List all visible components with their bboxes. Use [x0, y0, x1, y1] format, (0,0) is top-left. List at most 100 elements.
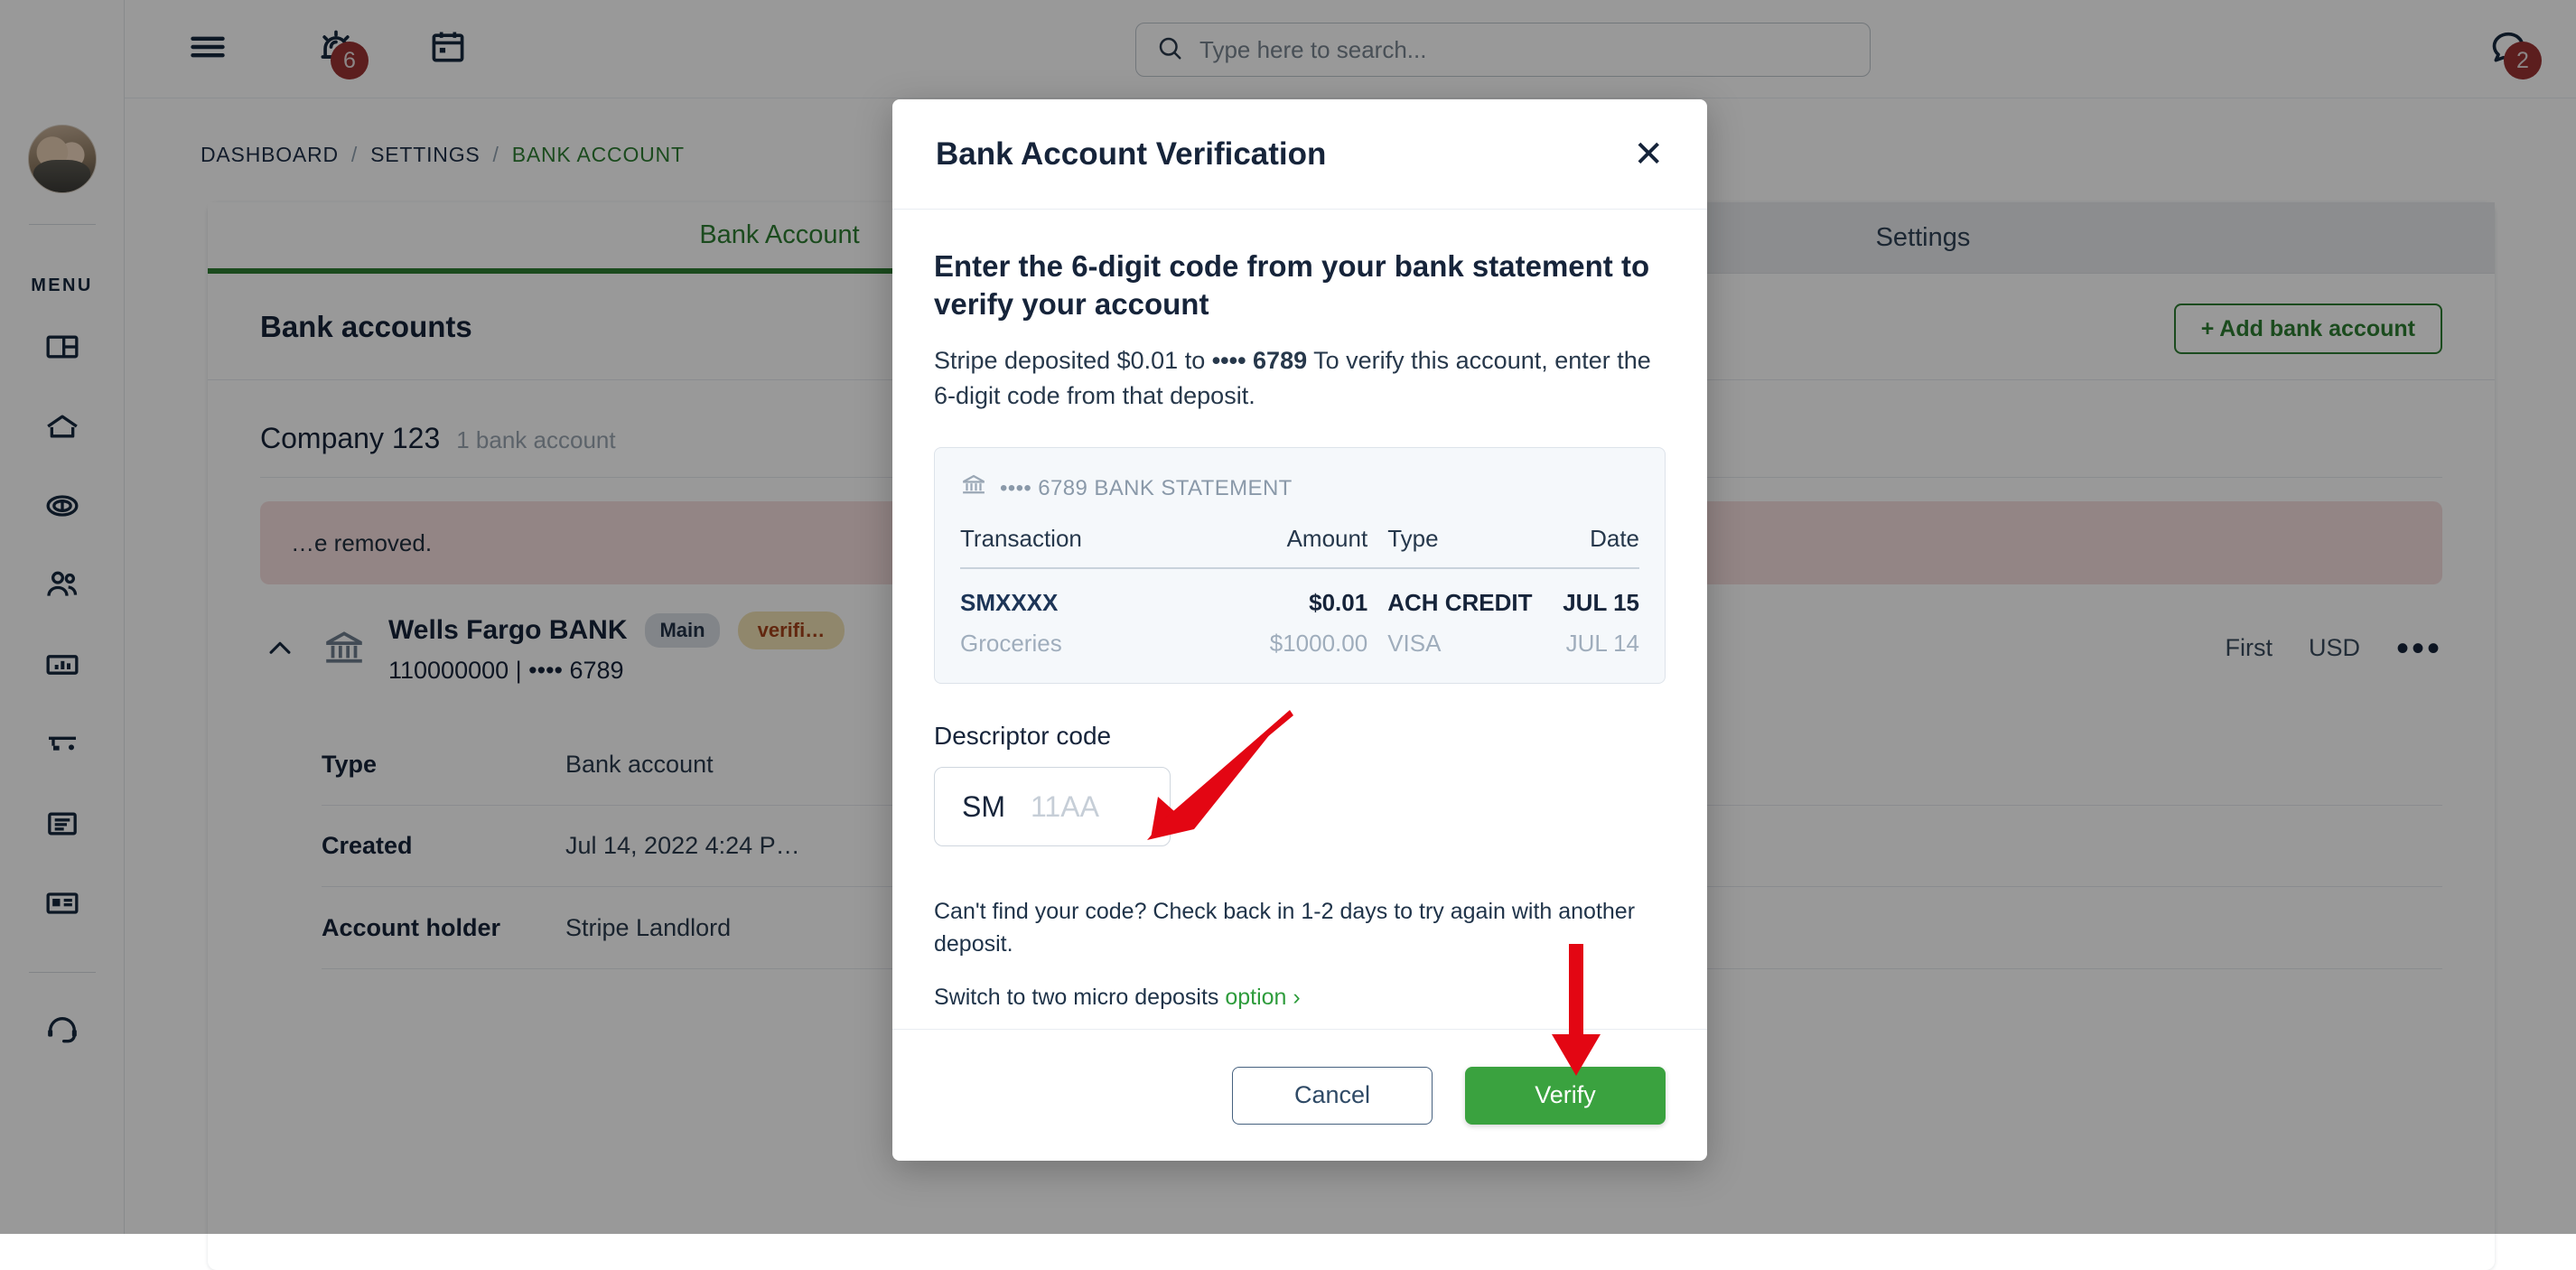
page-title: Bank accounts	[260, 310, 472, 344]
money-coin-icon	[44, 488, 80, 528]
cell-type: VISA	[1367, 617, 1545, 658]
sidebar-item-payments[interactable]	[22, 468, 103, 547]
alert-text: …e removed.	[291, 529, 432, 557]
chevron-up-icon[interactable]	[260, 629, 300, 668]
sidebar-item-id-card[interactable]	[22, 865, 103, 945]
tools-icon	[44, 726, 80, 767]
code-prefix: SM	[962, 790, 1005, 824]
detail-key: Account holder	[322, 914, 565, 942]
cell-amount: $0.01	[1218, 568, 1367, 617]
calendar-button[interactable]	[419, 20, 477, 78]
sidebar-divider-top	[29, 224, 96, 225]
messages-button[interactable]: 2	[2480, 20, 2538, 78]
search-bar[interactable]	[1135, 23, 1871, 77]
bank-account-verification-modal: Bank Account Verification ✕ Enter the 6-…	[892, 99, 1707, 1161]
bank-statement-preview: •••• 6789 BANK STATEMENT Transaction Amo…	[934, 447, 1666, 684]
table-row: SMXXXX $0.01 ACH CREDIT JUL 15	[960, 568, 1639, 617]
sidebar-item-people[interactable]	[22, 547, 103, 627]
verify-button[interactable]: Verify	[1465, 1067, 1666, 1125]
detail-key: Created	[322, 832, 565, 860]
bank-icon	[322, 626, 367, 671]
search-icon	[1156, 34, 1183, 66]
descriptor-code-label: Descriptor code	[934, 722, 1666, 751]
bank-account-number: 110000000 | •••• 6789	[388, 657, 845, 685]
help-note: Can't find your code? Check back in 1-2 …	[934, 895, 1666, 961]
bank-account-order: First	[2225, 634, 2272, 662]
detail-value: Stripe Landlord	[565, 914, 731, 942]
switch-to-micro-deposits-link[interactable]: option ›	[1225, 985, 1300, 1010]
modal-footer: Cancel Verify	[892, 1029, 1707, 1161]
modal-title: Bank Account Verification	[936, 136, 1326, 173]
company-account-count: 1 bank account	[456, 426, 615, 454]
sidebar-divider-bottom	[29, 972, 96, 973]
cell-date: JUL 15	[1545, 568, 1639, 617]
top-bar: 6 2	[125, 0, 2576, 98]
sidebar-item-dashboard[interactable]	[22, 309, 103, 388]
column-header-amount: Amount	[1218, 525, 1367, 568]
modal-description: Stripe deposited $0.01 to •••• 6789 To v…	[934, 343, 1666, 413]
hamburger-icon	[188, 27, 228, 71]
cell-transaction: Groceries	[960, 617, 1218, 658]
row-actions-menu-icon[interactable]: •••	[2396, 638, 2442, 659]
sidebar-items	[22, 309, 103, 945]
breadcrumb-separator: /	[493, 143, 499, 167]
sidebar: MENU	[0, 0, 125, 1234]
sidebar-item-home[interactable]	[22, 388, 103, 468]
code-placeholder: 11AA	[1031, 790, 1099, 824]
app-root: MENU	[0, 0, 2576, 1234]
avatar[interactable]	[28, 125, 97, 193]
headset-support-icon	[44, 1013, 80, 1053]
bank-account-meta: First USD •••	[2225, 634, 2442, 662]
modal-heading: Enter the 6-digit code from your bank st…	[934, 247, 1666, 323]
add-bank-account-button[interactable]: + Add bank account	[2174, 303, 2442, 354]
breadcrumb-item-dashboard[interactable]: DASHBOARD	[201, 143, 339, 167]
chart-bar-icon	[44, 647, 80, 687]
breadcrumb: DASHBOARD / SETTINGS / BANK ACCOUNT	[201, 143, 685, 167]
messages-badge: 2	[2504, 42, 2542, 79]
sidebar-item-tools[interactable]	[22, 706, 103, 786]
detail-value: Jul 14, 2022 4:24 P…	[565, 832, 800, 860]
breadcrumb-item-bank-account: BANK ACCOUNT	[512, 143, 685, 167]
masked-account-number: •••• 6789	[1212, 347, 1307, 374]
cell-type: ACH CREDIT	[1367, 568, 1545, 617]
cell-amount: $1000.00	[1218, 617, 1367, 658]
dashboard-grid-icon	[44, 329, 80, 369]
modal-header: Bank Account Verification ✕	[892, 99, 1707, 210]
search-input[interactable]	[1199, 36, 1850, 64]
deposit-text-pre: Stripe deposited $0.01 to	[934, 347, 1212, 374]
calendar-icon	[428, 27, 468, 71]
sidebar-item-documents[interactable]	[22, 786, 103, 865]
home-icon	[44, 408, 80, 449]
detail-key: Type	[322, 751, 565, 779]
cell-date: JUL 14	[1545, 617, 1639, 658]
statement-label: •••• 6789 BANK STATEMENT	[1000, 476, 1293, 501]
sidebar-item-reports[interactable]	[22, 627, 103, 706]
bank-account-title-row: Wells Fargo BANK Main verifi…	[388, 612, 845, 649]
document-icon	[44, 806, 80, 846]
breadcrumb-separator: /	[351, 143, 358, 167]
bank-name: Wells Fargo BANK	[388, 615, 627, 646]
close-icon[interactable]: ✕	[1633, 136, 1664, 173]
bank-account-info: Wells Fargo BANK Main verifi… 110000000 …	[388, 612, 845, 685]
bank-icon	[960, 472, 987, 505]
alerts-badge: 6	[331, 42, 369, 79]
cancel-button[interactable]: Cancel	[1232, 1067, 1433, 1125]
column-header-transaction: Transaction	[960, 525, 1218, 568]
cell-transaction: SMXXXX	[960, 568, 1218, 617]
breadcrumb-item-settings[interactable]: SETTINGS	[370, 143, 480, 167]
switch-text: Switch to two micro deposits	[934, 985, 1225, 1010]
table-header-row: Transaction Amount Type Date	[960, 525, 1639, 568]
sidebar-menu-label: MENU	[31, 275, 93, 296]
table-row: Groceries $1000.00 VISA JUL 14	[960, 617, 1639, 658]
status-badge: verifi…	[738, 612, 845, 649]
badge-main: Main	[645, 613, 719, 648]
alerts-button[interactable]: 6	[307, 20, 365, 78]
detail-value: Bank account	[565, 751, 714, 779]
people-icon	[44, 567, 80, 608]
descriptor-code-input[interactable]: SM 11AA	[934, 767, 1171, 846]
menu-toggle-button[interactable]	[179, 20, 237, 78]
column-header-type: Type	[1367, 525, 1545, 568]
id-card-icon	[44, 885, 80, 926]
sidebar-item-support[interactable]	[22, 993, 103, 1072]
modal-body: Enter the 6-digit code from your bank st…	[892, 210, 1707, 1029]
